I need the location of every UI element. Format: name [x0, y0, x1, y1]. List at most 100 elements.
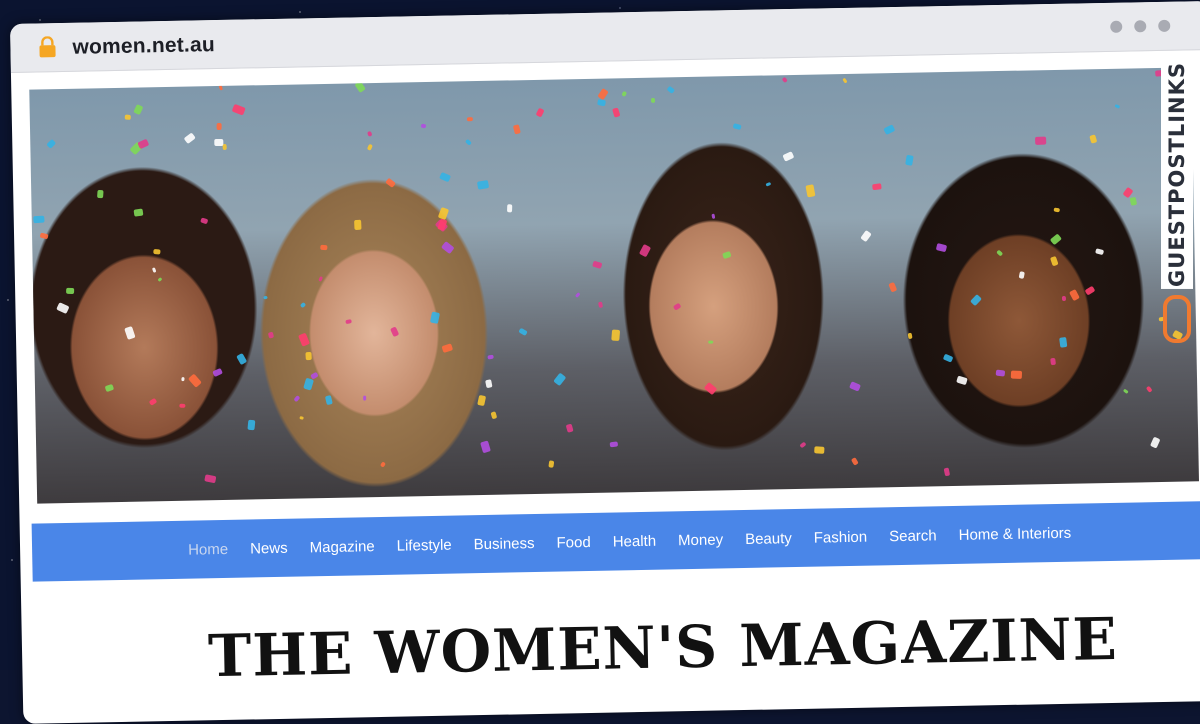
window-dot-1[interactable]	[1110, 20, 1123, 33]
confetti-piece	[905, 154, 915, 165]
confetti-piece	[1084, 285, 1096, 296]
confetti-piece	[200, 217, 209, 224]
confetti-piece	[354, 219, 362, 230]
confetti-piece	[379, 461, 386, 468]
site-title: THE WOMEN'S MAGAZINE	[207, 604, 1119, 691]
confetti-piece	[216, 122, 222, 130]
confetti-piece	[1113, 103, 1120, 109]
confetti-piece	[247, 419, 255, 430]
confetti-piece	[480, 440, 492, 454]
confetti-piece	[1145, 386, 1153, 394]
confetti-piece	[765, 181, 772, 187]
hero-image	[29, 67, 1199, 504]
confetti-piece	[548, 460, 555, 469]
confetti-piece	[535, 107, 545, 119]
confetti-piece	[33, 215, 45, 224]
confetti-piece	[218, 85, 224, 91]
confetti-piece	[620, 90, 627, 98]
confetti-piece	[995, 369, 1005, 377]
confetti-piece	[231, 103, 246, 116]
confetti-piece	[518, 327, 528, 336]
confetti-piece	[639, 243, 652, 258]
confetti-piece	[485, 379, 493, 389]
confetti-piece	[476, 395, 487, 407]
nav-item-home[interactable]: Home	[188, 540, 228, 558]
confetti-piece	[181, 377, 185, 382]
nav-item-home-interiors[interactable]: Home & Interiors	[959, 524, 1072, 543]
nav-item-fashion[interactable]: Fashion	[814, 528, 868, 546]
confetti-piece	[103, 383, 114, 392]
confetti-piece	[935, 242, 948, 252]
nav-item-health[interactable]: Health	[613, 532, 657, 550]
confetti-piece	[362, 395, 367, 400]
nav-item-money[interactable]: Money	[678, 531, 723, 549]
confetti-piece	[324, 394, 333, 405]
nav-item-news[interactable]: News	[250, 539, 288, 557]
confetti-piece	[211, 367, 223, 378]
confetti-piece	[420, 123, 427, 129]
browser-window: women.net.au Home News Magazine Lifestyl…	[10, 0, 1200, 724]
confetti-piece	[354, 80, 367, 93]
nav-item-food[interactable]: Food	[556, 533, 591, 551]
confetti-piece	[302, 377, 314, 391]
confetti-piece	[1095, 248, 1104, 256]
confetti-piece	[317, 276, 324, 282]
confetti-piece	[1053, 207, 1060, 213]
confetti-piece	[214, 139, 224, 147]
confetti-piece	[183, 131, 197, 145]
nav-item-magazine[interactable]: Magazine	[309, 538, 374, 556]
nav-item-lifestyle[interactable]: Lifestyle	[397, 536, 452, 554]
confetti-piece	[222, 144, 228, 151]
confetti-piece	[851, 456, 859, 465]
confetti-piece	[942, 353, 953, 363]
lock-icon	[38, 36, 56, 58]
confetti-piece	[1069, 288, 1081, 301]
confetti-piece	[467, 117, 474, 122]
confetti-piece	[872, 183, 883, 191]
confetti-piece	[597, 301, 604, 309]
nav-item-beauty[interactable]: Beauty	[745, 530, 792, 548]
confetti-piece	[1049, 256, 1059, 267]
confetti-piece	[132, 209, 143, 217]
window-dot-3[interactable]	[1158, 19, 1171, 32]
confetti-piece	[39, 232, 49, 240]
confetti-piece	[97, 189, 104, 199]
confetti-piece	[46, 139, 56, 149]
confetti-piece	[597, 98, 607, 106]
confetti-piece	[476, 179, 490, 190]
confetti-piece	[66, 287, 75, 294]
confetti-piece	[305, 351, 313, 361]
confetti-piece	[179, 403, 186, 409]
confetti-piece	[464, 139, 472, 147]
confetti-piece	[187, 373, 202, 388]
confetti-piece	[507, 204, 513, 213]
confetti-overlay	[29, 67, 1199, 503]
confetti-piece	[732, 122, 742, 131]
address-bar-url[interactable]: women.net.au	[72, 33, 215, 60]
confetti-piece	[804, 184, 816, 198]
confetti-piece	[310, 371, 319, 380]
nav-item-business[interactable]: Business	[474, 535, 535, 553]
confetti-piece	[430, 311, 440, 324]
confetti-piece	[611, 329, 621, 342]
confetti-piece	[137, 139, 150, 150]
confetti-piece	[1010, 370, 1022, 380]
confetti-piece	[390, 326, 400, 338]
confetti-piece	[708, 340, 714, 345]
confetti-piece	[1018, 271, 1025, 280]
confetti-piece	[1089, 134, 1098, 144]
confetti-piece	[298, 332, 311, 347]
confetti-piece	[1050, 233, 1062, 246]
confetti-piece	[651, 97, 656, 104]
window-dot-2[interactable]	[1134, 20, 1147, 33]
confetti-piece	[942, 466, 950, 476]
confetti-piece	[490, 411, 497, 420]
confetti-piece	[133, 104, 144, 116]
confetti-piece	[574, 292, 581, 298]
confetti-piece	[799, 441, 807, 448]
watermark: GUESTPOSTLINKS	[1160, 60, 1194, 360]
nav-item-search[interactable]: Search	[889, 527, 937, 545]
confetti-piece	[597, 87, 609, 100]
confetti-piece	[996, 249, 1004, 258]
confetti-piece	[842, 78, 848, 85]
